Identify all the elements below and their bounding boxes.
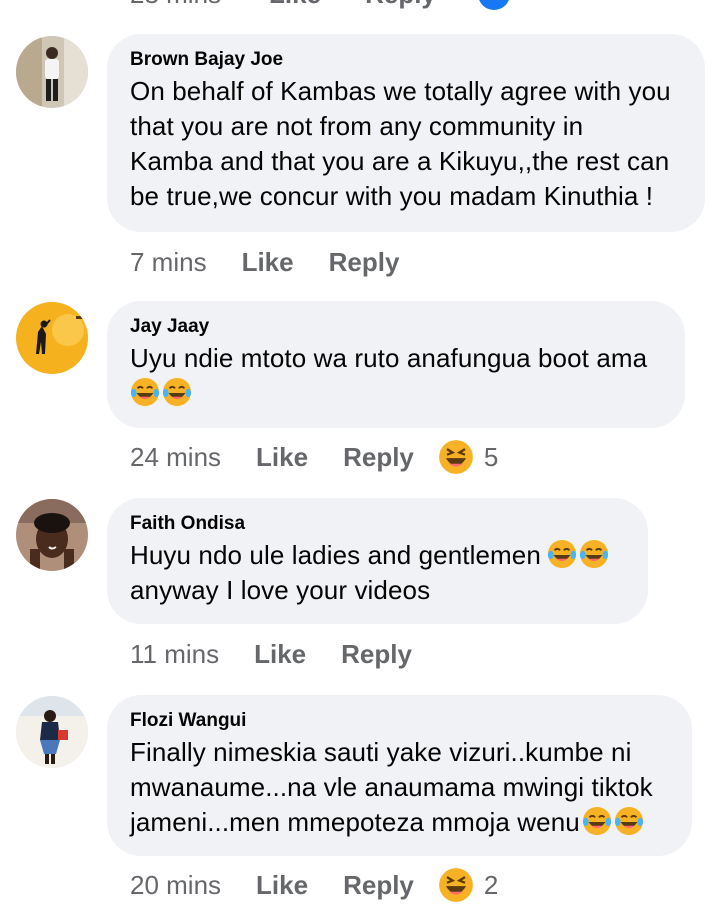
comment-line: Kamba and that you are a Kikuyu,,the res… xyxy=(130,146,670,176)
comment-line: be true,we concur with you madam Kinuthi… xyxy=(130,181,654,211)
tears-of-joy-icon xyxy=(547,539,576,569)
comment-time: 23 mins xyxy=(130,0,221,10)
comment-actions: 7 mins Like Reply xyxy=(130,244,399,280)
like-button[interactable]: Like xyxy=(256,442,308,473)
like-button[interactable]: Like xyxy=(269,0,321,10)
comment-line: Finally nimeskia sauti yake vizuri..kumb… xyxy=(130,737,632,767)
comment-line: Huyu ndo ule ladies and gentlemen xyxy=(130,538,626,573)
tears-of-joy-icon xyxy=(582,806,611,836)
avatar[interactable] xyxy=(16,696,88,768)
comment-time[interactable]: 24 mins xyxy=(130,442,221,473)
author-name[interactable]: Faith Ondisa xyxy=(130,512,626,536)
comment-actions: 11 mins Like Reply xyxy=(130,636,412,672)
comment-bubble: Faith Ondisa Huyu ndo ule ladies and gen… xyxy=(107,498,648,624)
tears-of-joy-icon xyxy=(614,806,643,836)
emoji-line xyxy=(128,376,663,411)
comment-line: mwanaume...na vle anaumama mwingi tiktok xyxy=(130,772,653,802)
comment-line: On behalf of Kambas we totally agree wit… xyxy=(130,76,671,106)
avatar[interactable] xyxy=(16,36,88,108)
comment-time[interactable]: 20 mins xyxy=(130,870,221,901)
comment-line: jameni...men mmepoteza mmoja wenu xyxy=(130,805,670,840)
comment-text: Uyu ndie mtoto wa ruto anafungua boot am… xyxy=(130,341,663,411)
reaction-count: 2 xyxy=(483,869,499,900)
reply-button[interactable]: Reply xyxy=(343,442,414,473)
avatar[interactable] xyxy=(16,499,88,571)
previous-comment-actions: 23 mins Like Reply xyxy=(130,0,510,14)
comment-text: On behalf of Kambas we totally agree wit… xyxy=(130,74,683,214)
comment-actions: 24 mins Like Reply 5 xyxy=(130,438,498,476)
reply-button[interactable]: Reply xyxy=(365,0,436,10)
haha-reaction-icon xyxy=(439,868,473,902)
comment-bubble: Brown Bajay Joe On behalf of Kambas we t… xyxy=(107,34,705,232)
comment-time[interactable]: 11 mins xyxy=(130,639,219,670)
author-name[interactable]: Jay Jaay xyxy=(130,315,663,339)
reply-button[interactable]: Reply xyxy=(343,870,414,901)
reactions-summary[interactable]: 5 xyxy=(438,439,498,475)
tears-of-joy-icon xyxy=(162,377,192,407)
like-button[interactable]: Like xyxy=(242,247,294,278)
haha-reaction-icon xyxy=(439,440,473,474)
comment-line: Uyu ndie mtoto wa ruto anafungua boot am… xyxy=(130,343,648,373)
reply-button[interactable]: Reply xyxy=(329,247,400,278)
reaction-count: 5 xyxy=(483,441,499,472)
like-button[interactable]: Like xyxy=(254,639,306,670)
comment-time[interactable]: 7 mins xyxy=(130,247,207,278)
tears-of-joy-icon xyxy=(130,377,160,407)
comment-bubble: Flozi Wangui Finally nimeskia sauti yake… xyxy=(107,695,692,856)
comment-actions: 20 mins Like Reply 2 xyxy=(130,866,498,904)
like-button[interactable]: Like xyxy=(256,870,308,901)
tears-of-joy-icon xyxy=(579,539,608,569)
author-name[interactable]: Flozi Wangui xyxy=(130,709,670,733)
author-name[interactable]: Brown Bajay Joe xyxy=(130,48,683,72)
comment-line: anyway I love your videos xyxy=(130,575,431,605)
reply-button[interactable]: Reply xyxy=(341,639,412,670)
reaction-icon xyxy=(477,0,510,10)
avatar[interactable] xyxy=(16,302,88,374)
reactions-summary[interactable]: 2 xyxy=(438,867,498,903)
comment-text: Huyu ndo ule ladies and gentlemen anyway… xyxy=(130,538,626,608)
comment-bubble: Jay Jaay Uyu ndie mtoto wa ruto anafungu… xyxy=(107,301,685,428)
comment-text: Finally nimeskia sauti yake vizuri..kumb… xyxy=(130,735,670,840)
comment-line: that you are not from any community in xyxy=(130,111,584,141)
